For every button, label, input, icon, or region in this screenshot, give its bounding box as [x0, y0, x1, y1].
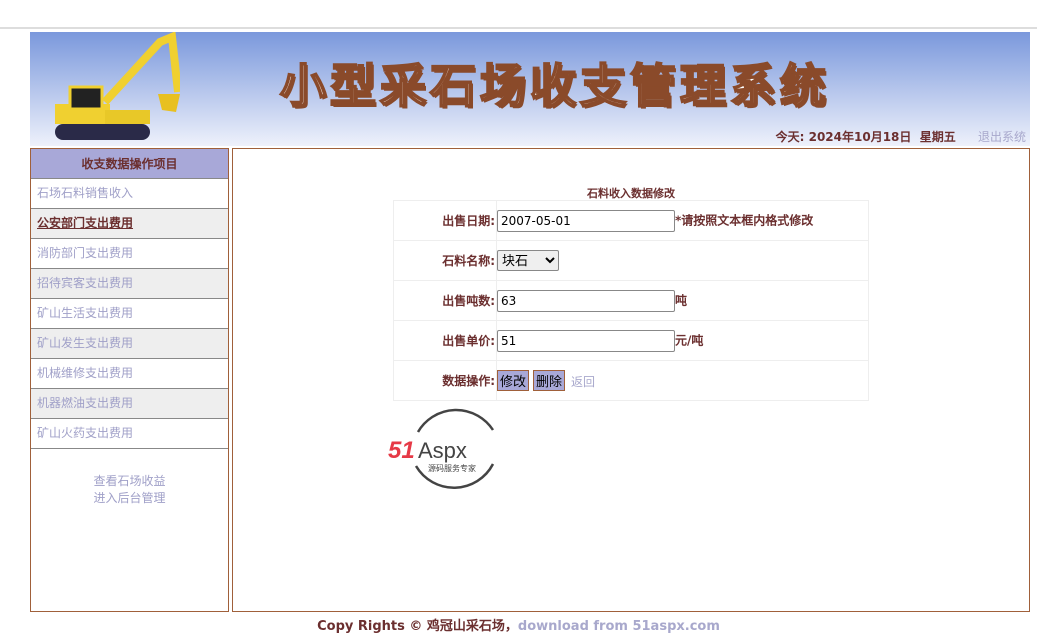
delete-button[interactable]: 删除 [533, 370, 566, 391]
logout-link[interactable]: 退出系统 [978, 130, 1026, 144]
browser-divider [0, 27, 1037, 29]
svg-text:51: 51 [388, 437, 415, 464]
sidebar-item-stone-sales[interactable]: 石场石料销售收入 [31, 179, 228, 209]
modify-button[interactable]: 修改 [497, 370, 530, 391]
form-title: 石料收入数据修改 [587, 187, 675, 200]
price-label: 出售单价: [393, 320, 497, 361]
sidebar-item-fire[interactable]: 消防部门支出费用 [31, 239, 228, 269]
date-line: 今天: 2024年10月18日 星期五 退出系统 [776, 128, 1026, 145]
sidebar-heading: 收支数据操作项目 [31, 149, 228, 179]
sidebar-item-repair[interactable]: 机械维修支出费用 [31, 359, 228, 389]
date-label: 出售日期: [393, 200, 497, 241]
download-link[interactable]: download from 51aspx.com [518, 619, 720, 634]
price-unit: 元/吨 [675, 333, 704, 347]
svg-text:Aspx: Aspx [418, 438, 467, 463]
name-label: 石料名称: [393, 240, 497, 281]
view-earnings-link[interactable]: 查看石场收益 [31, 473, 228, 490]
edit-form: 出售日期: *请按照文本框内格式修改 石料名称: 块石 出售吨数: 吨 出售单价… [393, 200, 869, 401]
footer: Copy Rights © 鸡冠山采石场，download from 51asp… [0, 615, 1037, 634]
stone-name-select[interactable]: 块石 [497, 250, 559, 271]
header-banner: 小型采石场收支管理系统 今天: 2024年10月18日 星期五 退出系统 [30, 32, 1030, 146]
back-link[interactable]: 返回 [571, 375, 595, 389]
sidebar-item-explosives[interactable]: 矿山火药支出费用 [31, 419, 228, 449]
sidebar: 收支数据操作项目 石场石料销售收入 公安部门支出费用 消防部门支出费用 招待宾客… [30, 148, 229, 612]
51aspx-logo: 51 Aspx 源码服务专家 [388, 408, 495, 489]
tons-label: 出售吨数: [393, 280, 497, 321]
app-title: 小型采石场收支管理系统 [279, 58, 830, 114]
date-hint: *请按照文本框内格式修改 [675, 213, 814, 227]
price-input[interactable] [497, 329, 675, 352]
weekday: 星期五 [919, 130, 956, 144]
sidebar-item-guests[interactable]: 招待宾客支出费用 [31, 269, 228, 299]
main-content: 石料收入数据修改 出售日期: *请按照文本框内格式修改 石料名称: 块石 出售吨… [232, 148, 1030, 612]
sidebar-item-living[interactable]: 矿山生活支出费用 [31, 299, 228, 329]
copyright-text: Copy Rights © 鸡冠山采石场， [317, 619, 518, 634]
svg-text:源码服务专家: 源码服务专家 [428, 463, 476, 473]
sidebar-item-misc[interactable]: 矿山发生支出费用 [31, 329, 228, 359]
current-date: 2024年10月18日 [808, 130, 912, 144]
sale-date-input[interactable] [497, 209, 675, 232]
sidebar-item-fuel[interactable]: 机器燃油支出费用 [31, 389, 228, 419]
today-label: 今天: [775, 130, 805, 144]
tons-input[interactable] [497, 289, 675, 312]
excavator-icon [55, 32, 180, 140]
tons-unit: 吨 [675, 293, 688, 307]
sidebar-item-police[interactable]: 公安部门支出费用 [31, 209, 228, 239]
ops-label: 数据操作: [393, 360, 497, 401]
admin-link[interactable]: 进入后台管理 [31, 490, 228, 507]
